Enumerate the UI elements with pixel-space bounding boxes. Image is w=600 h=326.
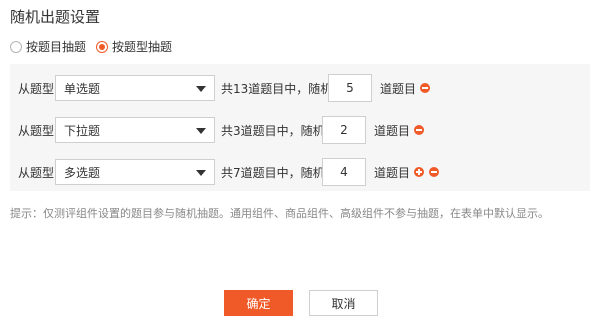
rule-unit-text: 道题目: [374, 123, 411, 138]
caret-down-icon: [196, 128, 206, 134]
radio-circle-by-question[interactable]: [10, 40, 22, 53]
rule-row: 从题型 下拉题 共3道题目中，随机抽取 道题目: [10, 116, 590, 144]
rules-panel: 从题型 单选题 共13道题目中，随机抽取 道题目 从题型 下拉题 共3道题目中，…: [10, 64, 590, 191]
draw-mode-radio-group: 按题目抽题 按题型抽题: [10, 38, 182, 55]
rule-row: 从题型 多选题 共7道题目中，随机抽取 道题目: [10, 158, 590, 186]
rule-row: 从题型 单选题 共13道题目中，随机抽取 道题目: [10, 74, 590, 102]
caret-down-icon: [196, 170, 206, 176]
question-type-select[interactable]: 多选题: [55, 159, 215, 185]
page-title: 随机出题设置: [10, 8, 101, 26]
question-type-select[interactable]: 下拉题: [55, 117, 215, 143]
rule-from-label: 从题型: [18, 81, 55, 96]
question-type-value: 下拉题: [64, 123, 101, 138]
rule-from-label: 从题型: [18, 165, 55, 180]
draw-count-input[interactable]: [328, 74, 372, 102]
minus-icon[interactable]: [429, 167, 439, 177]
radio-by-question[interactable]: 按题目抽题: [10, 38, 86, 55]
draw-count-input[interactable]: [322, 116, 366, 144]
plus-icon[interactable]: [414, 167, 424, 177]
radio-by-type[interactable]: 按题型抽题: [96, 38, 172, 55]
caret-down-icon: [196, 86, 206, 92]
confirm-button[interactable]: 确定: [224, 290, 293, 316]
question-type-value: 单选题: [64, 81, 101, 96]
radio-label-by-question: 按题目抽题: [26, 40, 87, 54]
rule-unit-text: 道题目: [374, 165, 411, 180]
draw-count-input[interactable]: [322, 158, 366, 186]
question-type-value: 多选题: [64, 165, 101, 180]
rule-from-label: 从题型: [18, 123, 55, 138]
radio-circle-by-type[interactable]: [96, 40, 109, 53]
rule-unit-text: 道题目: [380, 81, 417, 96]
cancel-button[interactable]: 取消: [309, 290, 378, 316]
minus-icon[interactable]: [420, 83, 430, 93]
minus-icon[interactable]: [414, 125, 424, 135]
hint-text: 提示：仅测评组件设置的题目参与随机抽题。通用组件、商品组件、高级组件不参与抽题，…: [10, 207, 549, 220]
radio-label-by-type: 按题型抽题: [112, 40, 173, 54]
question-type-select[interactable]: 单选题: [55, 75, 215, 101]
